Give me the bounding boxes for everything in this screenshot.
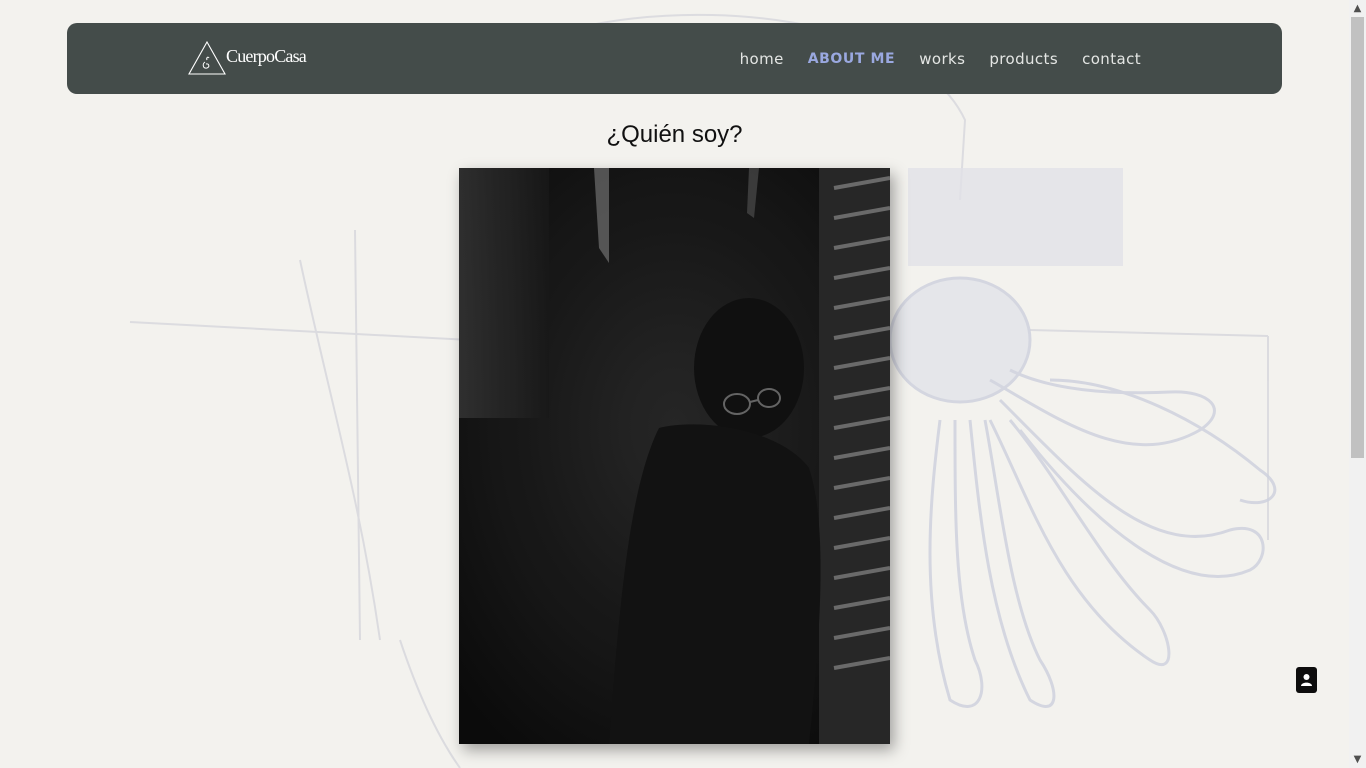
nav-item-works[interactable]: works [919, 50, 965, 68]
nav-item-contact[interactable]: contact [1082, 50, 1141, 68]
contact-card-button[interactable] [1296, 667, 1317, 693]
site-header: CuerpoCasa home ABOUT ME works products … [67, 23, 1282, 94]
site-logo[interactable]: CuerpoCasa [187, 39, 307, 77]
portrait-photo [459, 168, 890, 744]
scroll-up-arrow-icon[interactable]: ▲ [1349, 0, 1366, 17]
scroll-down-arrow-icon[interactable]: ▼ [1349, 751, 1366, 768]
page-title: ¿Quién soy? [606, 121, 743, 148]
scrollbar-thumb[interactable] [1351, 17, 1364, 458]
logo-text: CuerpoCasa [226, 45, 307, 66]
nav-item-products[interactable]: products [989, 50, 1058, 68]
nav-item-home[interactable]: home [740, 50, 784, 68]
nav-item-about-me[interactable]: ABOUT ME [808, 51, 896, 67]
triangle-logo-icon [188, 40, 226, 75]
vertical-scrollbar[interactable]: ▲ ▼ [1349, 0, 1366, 768]
contact-card-icon [1301, 674, 1312, 686]
main-nav: home ABOUT ME works products contact [716, 23, 1141, 94]
